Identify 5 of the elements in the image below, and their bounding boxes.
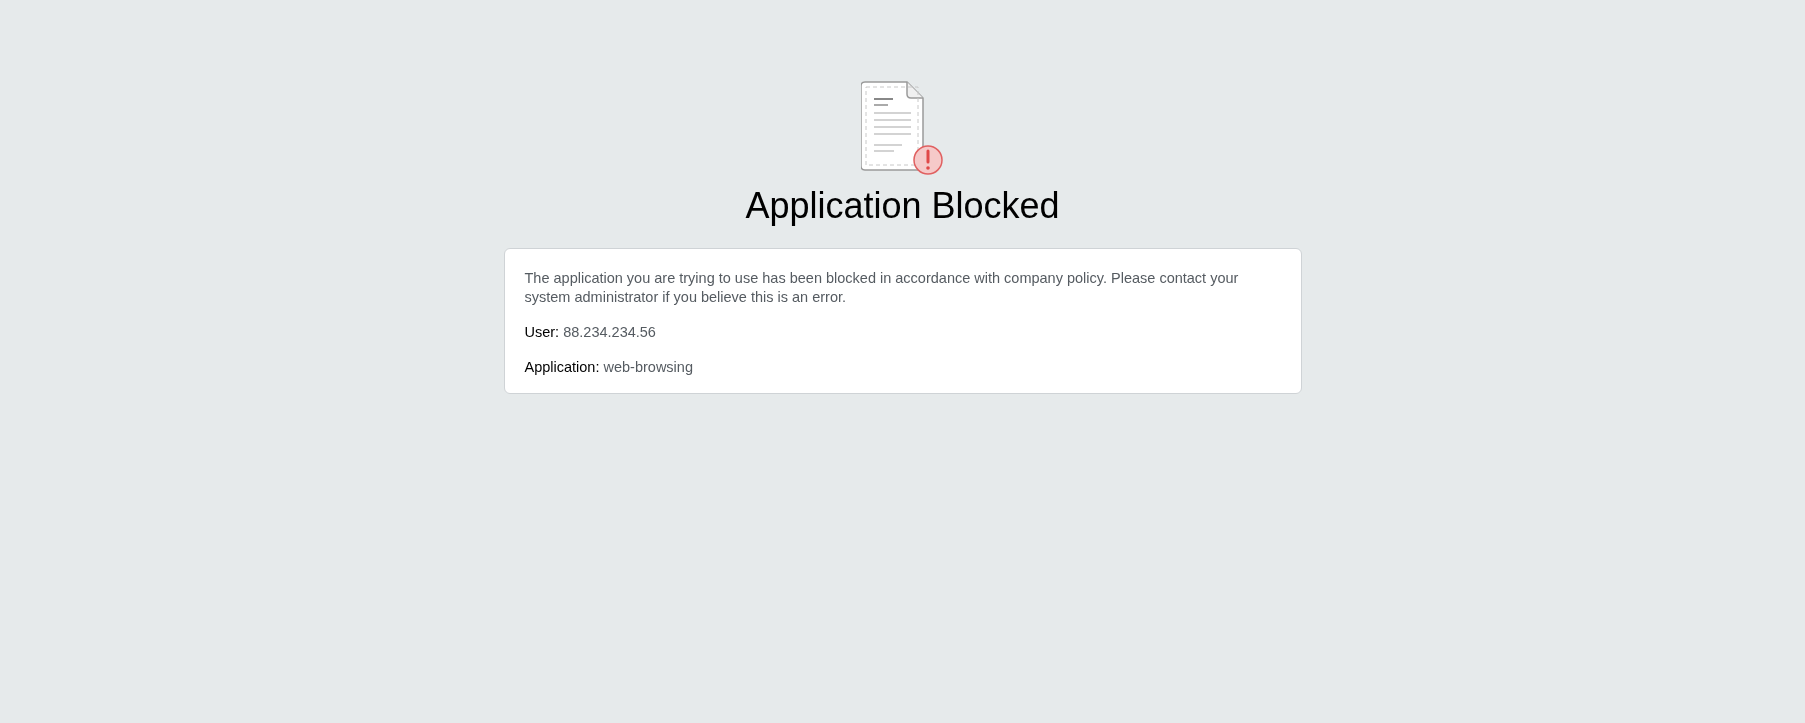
detail-line: Application: web-browsing (524, 358, 694, 377)
block-message: The application you are trying to use has been blocked in accordance with company policy. Please contact your system administrator if you believe this is an error. (524, 269, 1240, 307)
blocked-document-icon (860, 80, 945, 176)
page-title: Application Blocked (745, 184, 1060, 228)
detail-line: User: 88.234.234.56 (524, 323, 657, 342)
